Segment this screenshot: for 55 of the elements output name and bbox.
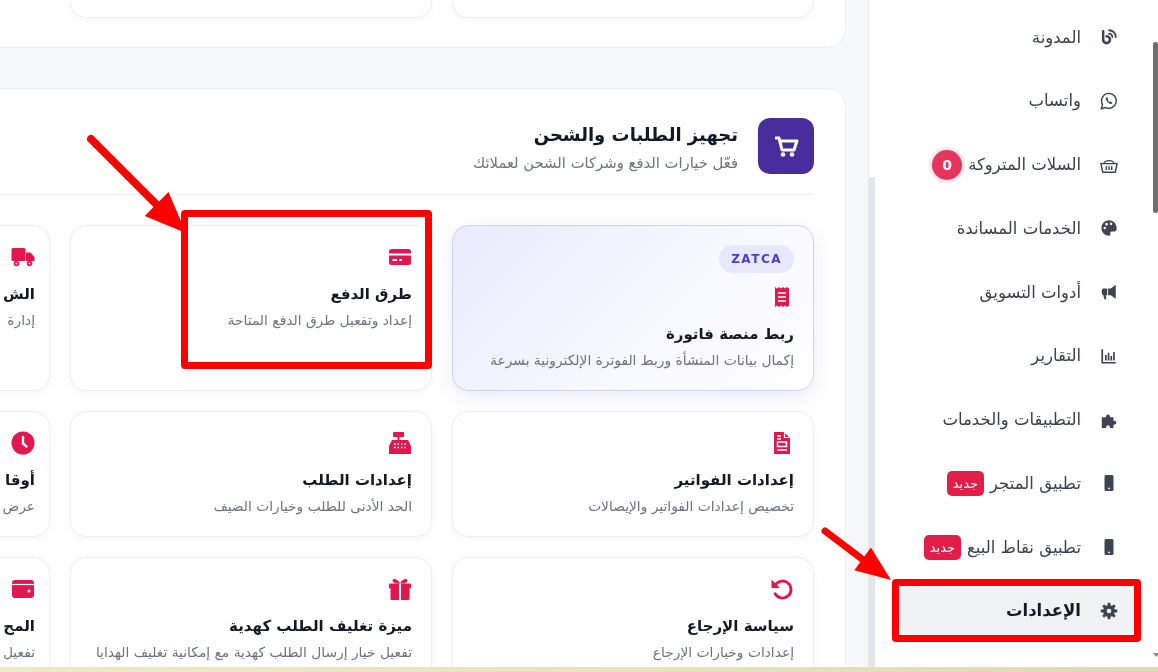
card-description: إعدادات وخيارات الإرجاع: [652, 643, 794, 663]
truck-icon: [11, 245, 35, 269]
scrollbar-thumb[interactable]: [1153, 42, 1158, 213]
clock-icon: [11, 431, 35, 455]
card-title: أوقا: [5, 469, 35, 491]
settings-card[interactable]: ميزة تغليف الطلب كهدية تفعيل خيار إرسال الطلب كهدية مع إمكانية تغليف الهدايا: [70, 557, 432, 667]
card-title: طرق الدفع: [330, 284, 412, 305]
scrollbar-thumb[interactable]: [869, 177, 875, 667]
card-title: سياسة الإرجاع: [686, 616, 794, 637]
card-description: تفعيل خيار إرسال الطلب كهدية مع إمكانية تغليف الهدايا: [95, 643, 412, 663]
sidebar-item[interactable]: المدونة: [900, 13, 1133, 61]
card-description: إدارة: [7, 311, 35, 331]
settings-card[interactable]: الش إدارة: [0, 225, 50, 391]
platform-badge: ZATCA: [719, 245, 794, 273]
sidebar-item[interactable]: تطبيق نقاط البيع جديد: [900, 523, 1133, 571]
gift-icon: [388, 577, 412, 601]
section-subtitle: فعّل خيارات الدفع وشركات الشحن لعملائك: [472, 154, 738, 171]
count-badge: 0: [932, 149, 963, 180]
sidebar-item[interactable]: التطبيقات والخدمات: [900, 395, 1133, 444]
new-badge: جديد: [946, 470, 984, 496]
rotate-left-icon: [770, 577, 794, 601]
settings-card[interactable]: المح تفعيل: [0, 557, 50, 667]
card-description: إعداد وتفعيل طرق الدفع المتاحة: [227, 311, 412, 331]
cash-register-icon: [388, 431, 412, 455]
section-title: تجهيز الطلبات والشحن: [532, 123, 738, 148]
palette-icon: [1100, 219, 1118, 238]
wallet-icon: [11, 577, 35, 601]
cart-icon: [758, 118, 814, 174]
chat-phone-icon: [1100, 91, 1118, 110]
settings-card[interactable]: إعدادات الطلب الحد الأدنى للطلب وخيارات الضيف: [70, 411, 432, 537]
card-title: إعدادات الطلب: [302, 470, 412, 491]
bar-chart-icon: [1100, 346, 1118, 365]
megaphone-icon: [1100, 283, 1118, 301]
settings-card[interactable]: أوقا عرض: [0, 411, 50, 537]
settings-card[interactable]: سياسة الإرجاع إعدادات وخيارات الإرجاع: [452, 557, 814, 667]
sidebar-item[interactable]: أدوات التسويق: [900, 268, 1133, 316]
card-description: تفعيل: [2, 643, 35, 662]
card-title: ربط منصة فاتورة: [665, 324, 794, 345]
card-title: إعدادات الفواتير: [674, 470, 794, 491]
sidebar-item[interactable]: واتساب: [900, 76, 1133, 125]
card-title: المح: [3, 616, 35, 637]
settings-card[interactable]: إعدادات الفواتير تخصيص إعدادات الفواتير والإيصالات: [452, 411, 814, 537]
scroll-down-icon[interactable]: [1152, 653, 1158, 657]
settings-icon: [1100, 601, 1118, 620]
card-title: الش: [3, 284, 35, 305]
sidebar-item[interactable]: الخدمات المساندة: [900, 204, 1133, 253]
card-description: عرض: [2, 497, 35, 517]
sidebar-item[interactable]: التقارير: [900, 331, 1133, 380]
feed-icon: [1100, 28, 1118, 46]
card-description: تخصيص إعدادات الفواتير والإيصالات: [588, 497, 794, 517]
new-badge: جديد: [923, 534, 962, 560]
sidebar-item[interactable]: تطبيق المتجر جديد: [900, 459, 1133, 508]
card-description: إكمال بيانات المنشأة وربط الفوترة الإلكترونية بسرعة: [490, 350, 794, 371]
card-description: الحد الأدنى للطلب وخيارات الضيف: [213, 497, 412, 517]
card-title: ميزة تغليف الطلب كهدية: [229, 616, 412, 637]
